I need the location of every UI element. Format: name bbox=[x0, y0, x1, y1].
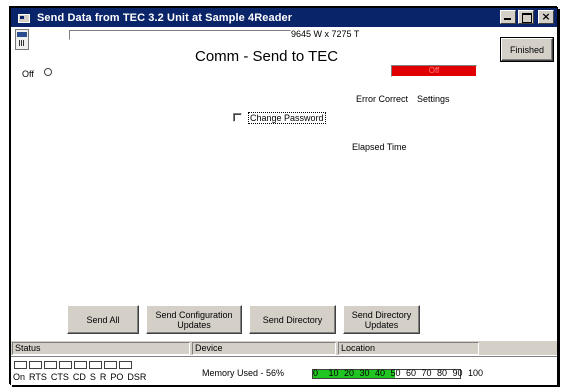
gauge-tick-label: 50 bbox=[390, 368, 401, 378]
close-button[interactable]: × bbox=[538, 10, 554, 24]
signal-led bbox=[29, 361, 42, 369]
window-controls: × bbox=[500, 10, 554, 24]
change-password-label[interactable]: Change Password bbox=[248, 112, 326, 124]
signal-led bbox=[119, 361, 132, 369]
signal-labels: On RTS CTS CD S R PO DSR bbox=[13, 372, 150, 382]
send-directory-button[interactable]: Send Directory bbox=[249, 305, 336, 334]
signal-panel: On RTS CTS CD S R PO DSR Memory Used - 56% 0 10 2… bbox=[11, 356, 557, 385]
window-title: Send Data from TEC 3.2 Unit at Sample 4R… bbox=[37, 11, 293, 24]
signal-led bbox=[104, 361, 117, 369]
off-indicator: Off bbox=[391, 65, 477, 77]
device-icon bbox=[15, 29, 29, 50]
main-window: Send Data from TEC 3.2 Unit at Sample 4R… bbox=[10, 7, 558, 385]
status-cell: Status bbox=[12, 342, 190, 355]
gauge-tick-label: 100 bbox=[468, 368, 484, 378]
gauge-tick-label: 70 bbox=[421, 368, 432, 378]
title-bar[interactable]: Send Data from TEC 3.2 Unit at Sample 4R… bbox=[11, 8, 557, 27]
signal-leds bbox=[14, 361, 132, 369]
signal-label: CTS bbox=[50, 372, 69, 382]
memory-used-label: Memory Used - 56% bbox=[202, 368, 285, 378]
minimize-button[interactable] bbox=[500, 10, 516, 24]
gauge-tick-label: 80 bbox=[437, 368, 448, 378]
off-radio[interactable] bbox=[44, 68, 52, 76]
page-title: Comm - Send to TEC bbox=[195, 48, 339, 65]
status-bar: Status Device Location bbox=[11, 341, 557, 355]
size-readout: 9645 W x 7275 T bbox=[291, 29, 360, 39]
off-label: Off bbox=[22, 69, 34, 79]
signal-label: S bbox=[89, 372, 96, 382]
settings-label: Settings bbox=[417, 94, 450, 104]
signal-label: DSR bbox=[127, 372, 147, 382]
gauge-tick-label: 30 bbox=[359, 368, 370, 378]
signal-label: PO bbox=[110, 372, 124, 382]
send-configuration-updates-button[interactable]: Send Configuration Updates bbox=[146, 305, 242, 334]
signal-led bbox=[89, 361, 102, 369]
memory-gauge-ticks: 0 10 20 30 40 50 60 70 80 90 100 bbox=[313, 368, 484, 378]
gauge-tick-label: 0 bbox=[313, 368, 319, 378]
maximize-button[interactable] bbox=[518, 10, 534, 24]
close-icon: × bbox=[541, 10, 551, 23]
gauge-tick-label: 20 bbox=[344, 368, 355, 378]
signal-label: RTS bbox=[29, 372, 47, 382]
gauge-tick-label: 60 bbox=[406, 368, 417, 378]
elapsed-time-label: Elapsed Time bbox=[352, 142, 407, 152]
signal-led bbox=[14, 361, 27, 369]
signal-label: CD bbox=[72, 372, 86, 382]
signal-led bbox=[74, 361, 87, 369]
finished-button[interactable]: Finished bbox=[500, 37, 554, 62]
signal-led bbox=[59, 361, 72, 369]
gauge-tick-label: 40 bbox=[375, 368, 386, 378]
gauge-tick-label: 10 bbox=[328, 368, 339, 378]
send-directory-updates-button[interactable]: Send Directory Updates bbox=[343, 305, 420, 334]
change-password-checkbox[interactable] bbox=[233, 113, 242, 122]
device-cell: Device bbox=[192, 342, 336, 355]
gauge-tick-label: 90 bbox=[452, 368, 463, 378]
signal-label: On bbox=[13, 372, 26, 382]
signal-label: R bbox=[99, 372, 107, 382]
app-icon bbox=[17, 12, 31, 24]
signal-led bbox=[44, 361, 57, 369]
location-cell: Location bbox=[338, 342, 479, 355]
transfer-progress-bar bbox=[69, 30, 291, 40]
send-all-button[interactable]: Send All bbox=[67, 305, 139, 334]
error-correct-label: Error Correct bbox=[356, 94, 409, 104]
